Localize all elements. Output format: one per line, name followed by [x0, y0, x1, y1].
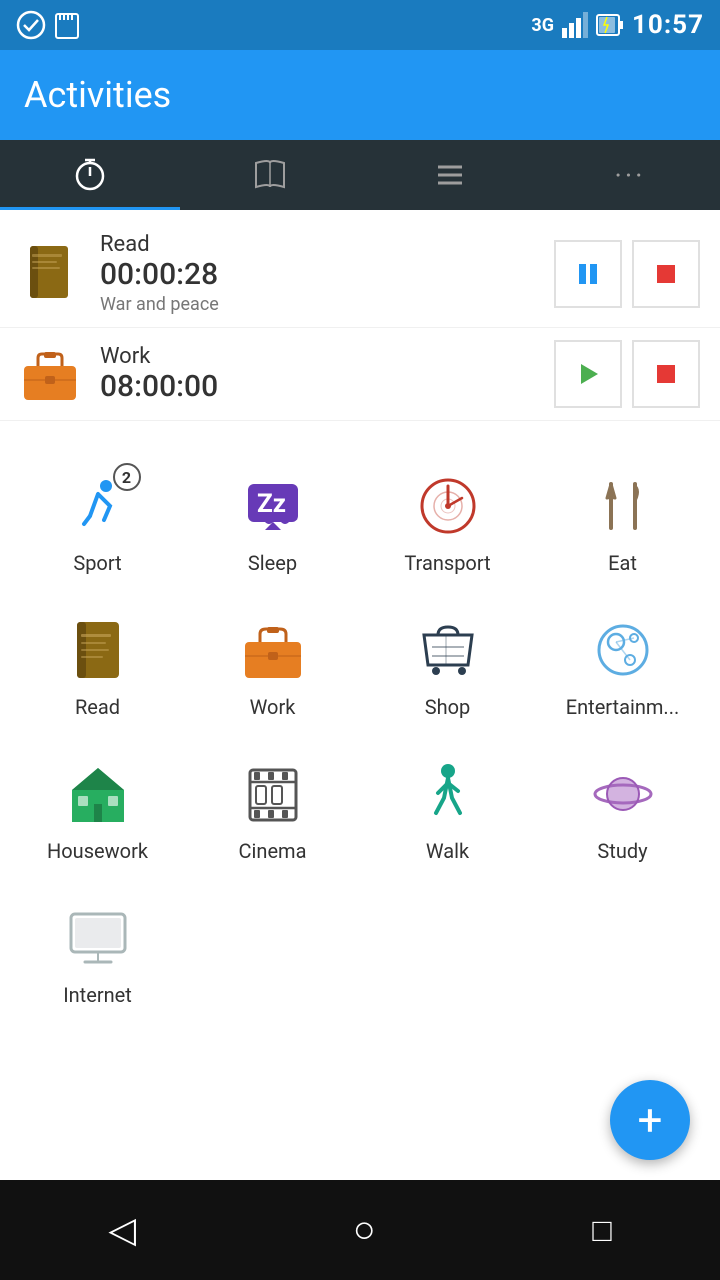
- status-bar: 3G 10:57: [0, 0, 720, 50]
- read-session-info: Read 00:00:28 War and peace: [100, 232, 554, 315]
- app-bar: Activities: [0, 50, 720, 140]
- activity-sport[interactable]: 2 Sport: [10, 451, 185, 595]
- activity-read[interactable]: Read: [10, 595, 185, 739]
- study-label: Study: [597, 839, 647, 863]
- read-session-controls: [554, 240, 700, 308]
- check-icon: [16, 10, 46, 40]
- study-icon: [592, 764, 654, 824]
- activity-sleep[interactable]: Zz Sleep: [185, 451, 360, 595]
- walk-label: Walk: [426, 839, 469, 863]
- sd-card-icon: [54, 10, 80, 40]
- walk-icon: [422, 763, 474, 825]
- entertainment-icon-wrap: [588, 615, 658, 685]
- activities-grid: 2 Sport Zz Sleep: [0, 431, 720, 1047]
- list-icon: [432, 157, 468, 193]
- shop-icon: [418, 621, 478, 679]
- read-session-subtitle: War and peace: [100, 294, 554, 315]
- home-button[interactable]: ○: [353, 1209, 376, 1252]
- sport-label: Sport: [73, 551, 121, 575]
- book-icon: [252, 157, 288, 193]
- read-icon-wrap: [63, 615, 133, 685]
- back-button[interactable]: ◁: [108, 1209, 136, 1251]
- tab-bar: ···: [0, 140, 720, 210]
- internet-label: Internet: [63, 983, 132, 1007]
- cinema-label: Cinema: [239, 839, 307, 863]
- activity-shop[interactable]: Shop: [360, 595, 535, 739]
- bottom-nav: ◁ ○ □: [0, 1180, 720, 1280]
- activity-transport[interactable]: Transport: [360, 451, 535, 595]
- read-grid-icon: [71, 620, 125, 680]
- walk-icon-wrap: [413, 759, 483, 829]
- transport-label: Transport: [404, 551, 490, 575]
- activity-eat[interactable]: Eat: [535, 451, 710, 595]
- sport-icon-wrap: 2: [63, 471, 133, 541]
- activity-walk[interactable]: Walk: [360, 739, 535, 883]
- work-session-name: Work: [100, 344, 554, 369]
- session-read: Read 00:00:28 War and peace: [0, 220, 720, 328]
- work-session-icon: [20, 344, 80, 404]
- housework-icon: [68, 764, 128, 824]
- read-pause-button[interactable]: [554, 240, 622, 308]
- read-label: Read: [75, 695, 120, 719]
- session-work: Work 08:00:00: [0, 328, 720, 421]
- eat-icon: [593, 476, 653, 536]
- tab-more[interactable]: ···: [540, 140, 720, 210]
- activity-entertainment[interactable]: Entertainm...: [535, 595, 710, 739]
- entertainment-icon: [592, 620, 654, 680]
- entertainment-label: Entertainm...: [566, 695, 680, 719]
- activity-cinema[interactable]: Cinema: [185, 739, 360, 883]
- timer-icon: [72, 156, 108, 192]
- activity-housework[interactable]: Housework: [10, 739, 185, 883]
- internet-icon: [67, 908, 129, 968]
- tab-list[interactable]: [360, 140, 540, 210]
- work-grid-icon: [242, 622, 304, 678]
- active-sessions: Read 00:00:28 War and peace: [0, 210, 720, 431]
- transport-icon: [418, 476, 478, 536]
- signal-icon: [562, 12, 588, 38]
- read-session-name: Read: [100, 232, 554, 257]
- activity-internet[interactable]: Internet: [10, 883, 185, 1027]
- cinema-icon-wrap: [238, 759, 308, 829]
- study-icon-wrap: [588, 759, 658, 829]
- activity-work[interactable]: Work: [185, 595, 360, 739]
- transport-icon-wrap: [413, 471, 483, 541]
- read-session-icon: [20, 244, 80, 304]
- read-session-time: 00:00:28: [100, 257, 554, 292]
- internet-icon-wrap: [63, 903, 133, 973]
- sleep-icon: Zz: [243, 476, 303, 536]
- recent-button[interactable]: □: [592, 1212, 611, 1249]
- eat-label: Eat: [608, 551, 637, 575]
- work-session-time: 08:00:00: [100, 369, 554, 404]
- work-icon-wrap: [238, 615, 308, 685]
- sport-badge: 2: [113, 463, 141, 491]
- sleep-icon-wrap: Zz: [238, 471, 308, 541]
- work-play-button[interactable]: [554, 340, 622, 408]
- tab-book[interactable]: [180, 140, 360, 210]
- time-display: 10:57: [632, 10, 704, 40]
- tab-timer[interactable]: [0, 140, 180, 210]
- status-left-icons: [16, 10, 80, 40]
- shop-label: Shop: [425, 695, 471, 719]
- fab-plus-icon: +: [638, 1098, 663, 1142]
- work-label: Work: [250, 695, 296, 719]
- housework-icon-wrap: [63, 759, 133, 829]
- app-title: Activities: [24, 74, 171, 116]
- signal-label: 3G: [531, 15, 554, 36]
- work-session-info: Work 08:00:00: [100, 344, 554, 404]
- work-stop-button[interactable]: [632, 340, 700, 408]
- activity-study[interactable]: Study: [535, 739, 710, 883]
- sleep-label: Sleep: [248, 551, 297, 575]
- housework-label: Housework: [47, 839, 148, 863]
- battery-icon: [596, 12, 624, 38]
- shop-icon-wrap: [413, 615, 483, 685]
- status-right-icons: 3G 10:57: [531, 10, 704, 40]
- work-session-controls: [554, 340, 700, 408]
- more-dots: ···: [615, 159, 646, 192]
- read-stop-button[interactable]: [632, 240, 700, 308]
- add-activity-fab[interactable]: +: [610, 1080, 690, 1160]
- cinema-icon: [246, 764, 300, 824]
- svg-text:Zz: Zz: [257, 489, 286, 519]
- eat-icon-wrap: [588, 471, 658, 541]
